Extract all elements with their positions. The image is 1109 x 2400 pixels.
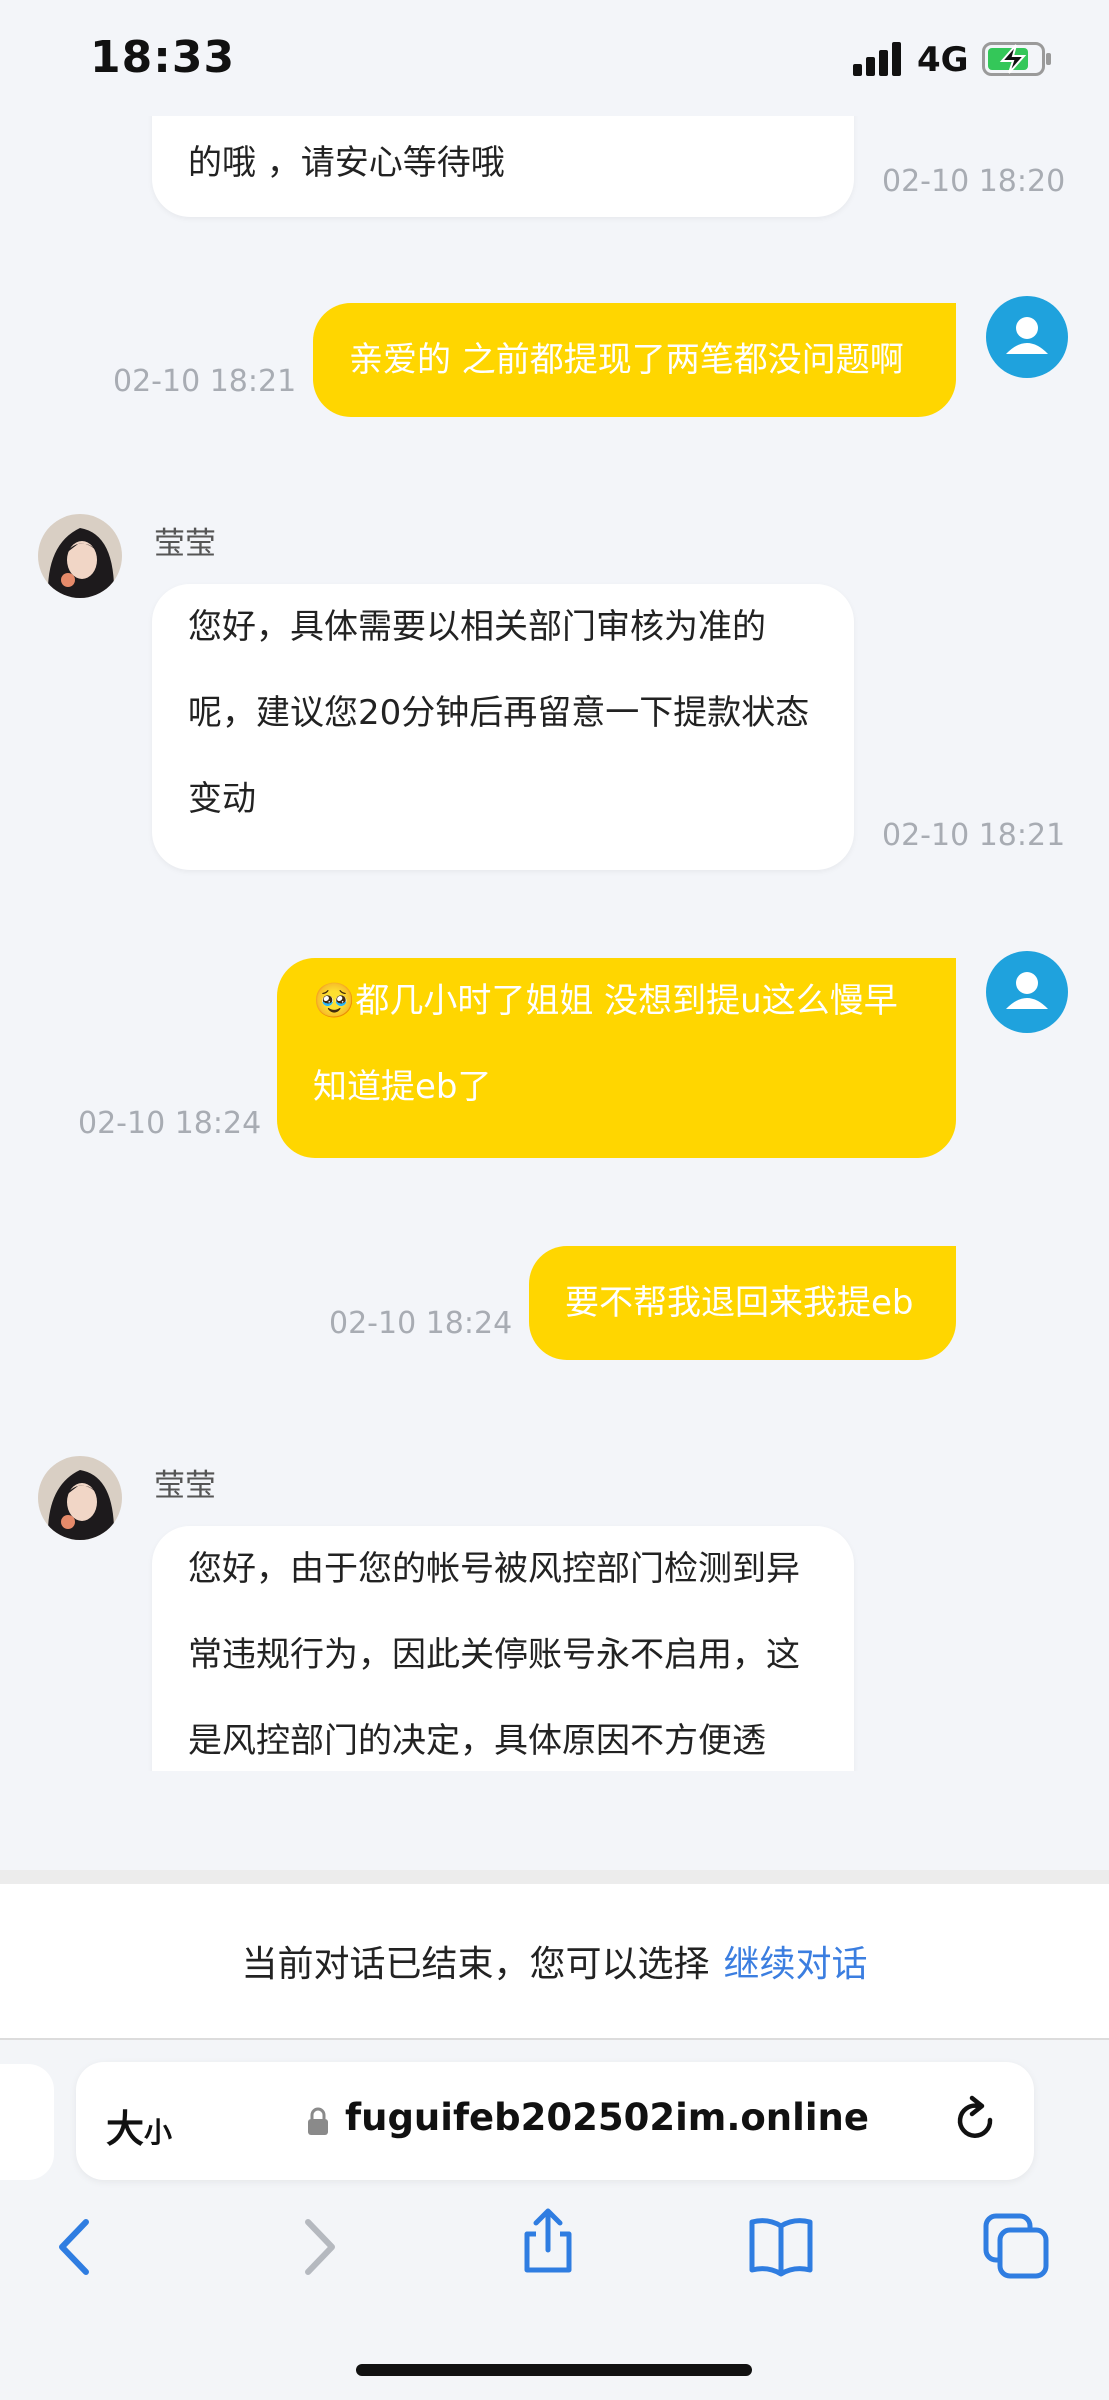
message-text: 的哦 ，请安心等待哦 — [188, 143, 505, 183]
message-text: 要不帮我退回来我提eb — [565, 1283, 914, 1323]
message-bubble-outgoing: 要不帮我退回来我提eb — [529, 1246, 956, 1360]
bookmarks-icon[interactable] — [746, 2212, 816, 2282]
message-timestamp: 02-10 18:21 — [882, 818, 1066, 853]
message-bubble-incoming: 您好，由于您的帐号被风控部门检测到异常违规行为，因此关停账号永不启用，这是风控部… — [152, 1526, 854, 1771]
message-timestamp: 02-10 18:20 — [882, 164, 1066, 199]
message-bubble-incoming: 的哦 ，请安心等待哦 — [152, 116, 854, 217]
message-text: 亲爱的 之前都提现了两笔都没问题啊 — [349, 340, 904, 380]
ended-text: 当前对话已结束，您可以选择 — [241, 1944, 710, 1985]
status-time: 18:33 — [90, 32, 236, 83]
url-text[interactable]: fuguifeb202502im.online — [345, 2096, 869, 2139]
battery-charging-icon — [982, 42, 1051, 76]
message-bubble-outgoing: 🥹都几小时了姐姐 没想到提u这么慢早知道提eb了 — [277, 958, 956, 1158]
conversation-ended-bar: 当前对话已结束，您可以选择 继续对话 — [0, 1884, 1109, 2038]
message-bubble-incoming: 您好，具体需要以相关部门审核为准的呢，建议您20分钟后再留意一下提款状态变动 — [152, 584, 854, 870]
text-size-button[interactable]: 大小 — [106, 2098, 172, 2153]
share-icon[interactable] — [513, 2206, 583, 2276]
forward-icon[interactable] — [282, 2212, 352, 2282]
lock-icon — [308, 2107, 328, 2135]
text-size-small: 小 — [144, 2116, 173, 2149]
separator — [0, 1870, 1109, 1884]
chat-area[interactable]: 的哦 ，请安心等待哦 02-10 18:20 亲爱的 之前都提现了两笔都没问题啊… — [0, 116, 1109, 1771]
message-timestamp: 02-10 18:21 — [113, 364, 297, 399]
agent-avatar — [38, 1456, 122, 1540]
network-label: 4G — [917, 40, 969, 80]
reload-icon[interactable] — [948, 2094, 1004, 2150]
user-avatar — [986, 951, 1068, 1033]
message-timestamp: 02-10 18:24 — [78, 1106, 262, 1141]
message-text: 您好，由于您的帐号被风控部门检测到异常违规行为，因此关停账号永不启用，这是风控部… — [188, 1549, 800, 1761]
message-text: 您好，具体需要以相关部门审核为准的呢，建议您20分钟后再留意一下提款状态变动 — [188, 607, 810, 819]
message-bubble-outgoing: 亲爱的 之前都提现了两笔都没问题啊 — [313, 303, 956, 417]
user-avatar-icon — [1006, 972, 1048, 1009]
continue-chat-link[interactable]: 继续对话 — [724, 1935, 868, 1987]
sender-name: 莹莹 — [154, 1468, 216, 1504]
sender-name: 莹莹 — [154, 526, 216, 562]
agent-avatar — [38, 514, 122, 598]
home-indicator — [356, 2364, 752, 2376]
user-avatar — [986, 296, 1068, 378]
signal-icon — [853, 42, 901, 76]
user-avatar-icon — [1006, 317, 1048, 354]
tabs-icon[interactable] — [982, 2212, 1052, 2282]
back-icon[interactable] — [42, 2212, 112, 2282]
text-size-big: 大 — [106, 2107, 145, 2151]
previous-tab-preview[interactable] — [0, 2064, 54, 2180]
emoji: 🥹 — [313, 981, 356, 1021]
message-timestamp: 02-10 18:24 — [329, 1306, 513, 1341]
message-text: 都几小时了姐姐 没想到提u这么慢早知道提eb了 — [313, 981, 898, 1107]
